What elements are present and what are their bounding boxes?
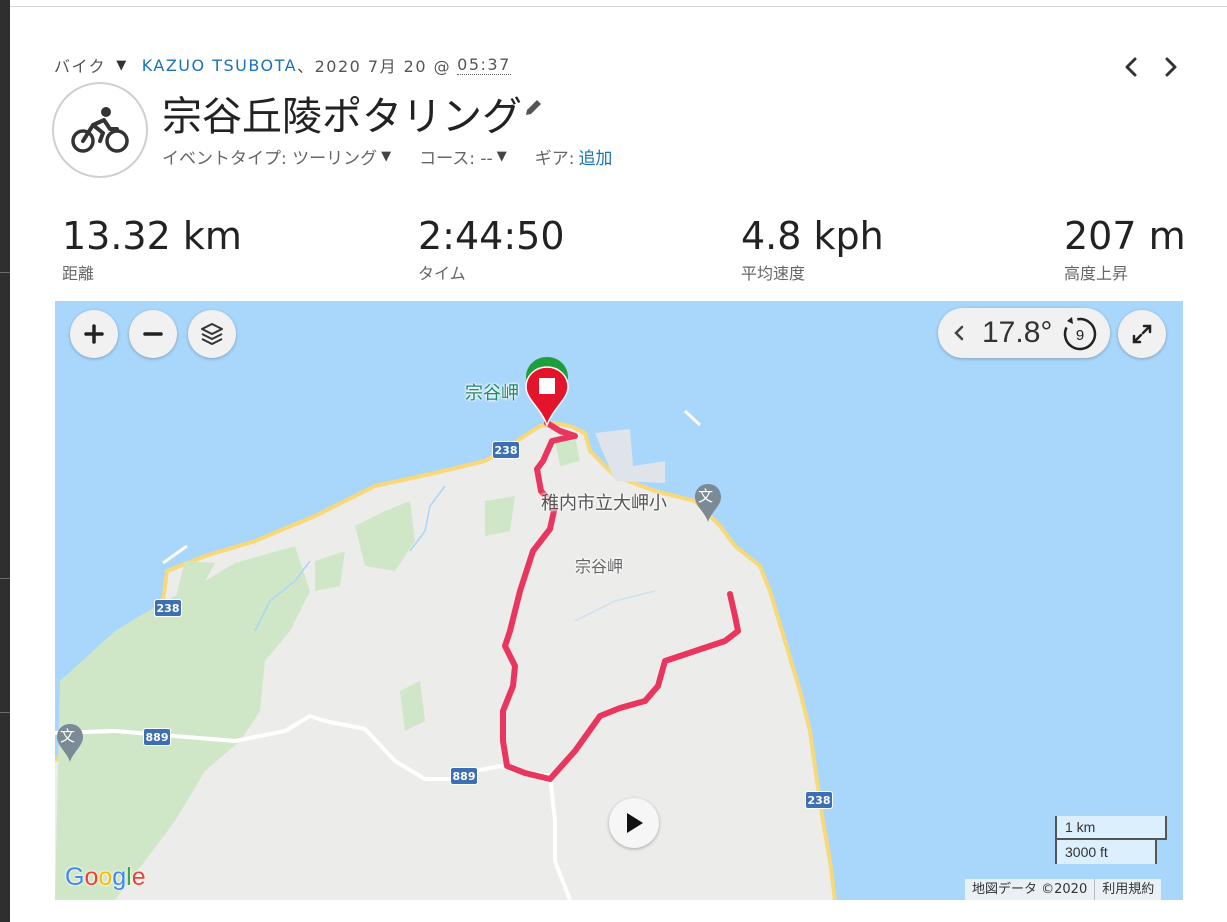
chevron-left-icon — [954, 325, 964, 341]
stat-value: 4.8 kph — [741, 214, 884, 258]
school-poi-glyph: 文 — [60, 727, 76, 745]
attribution-text: 地図データ ©2020 — [972, 882, 1088, 897]
route-track — [500, 420, 741, 782]
edit-title-button[interactable] — [522, 97, 544, 119]
activity-submeta: イベントタイプ: ツーリング ▼ コース: -- ▼ ギア: 追加 — [162, 144, 612, 169]
route-markers[interactable] — [522, 353, 572, 429]
stat-time: 2:44:50 タイム — [418, 212, 565, 284]
activity-type-avatar — [52, 82, 148, 178]
course-select[interactable]: コース: -- — [419, 144, 493, 169]
route-shield-889: 889 — [450, 767, 478, 785]
google-logo: Google — [65, 863, 146, 891]
map-layers-button[interactable] — [188, 310, 236, 358]
next-activity-button[interactable] — [1160, 55, 1182, 79]
layers-icon — [201, 323, 223, 345]
activity-time[interactable]: 05:37 — [457, 55, 511, 75]
stat-value: 207 m — [1064, 214, 1186, 258]
stat-label: 距離 — [62, 264, 95, 283]
stat-value: 13.32 km — [62, 214, 242, 258]
route-shield-889: 889 — [143, 728, 171, 746]
stat-elevation-gain: 207 m 高度上昇 — [1064, 212, 1186, 284]
route-shield-238: 238 — [154, 599, 182, 617]
minus-icon — [143, 332, 163, 336]
owner-link[interactable]: KAZUO TSUBOTA — [142, 56, 297, 75]
scale-ft: 3000 ft — [1055, 840, 1157, 864]
edge-tick — [0, 578, 10, 579]
stat-distance: 13.32 km 距離 — [62, 212, 242, 284]
pencil-icon — [526, 100, 541, 115]
chevron-left-icon — [1125, 57, 1137, 77]
map-rotation-control: 17.8° 9 — [938, 308, 1110, 358]
chevron-right-icon — [1165, 57, 1177, 77]
edge-tick — [0, 712, 10, 713]
rotate-step-button[interactable]: 9 — [1060, 313, 1100, 353]
activity-meta: バイク ▼ KAZUO TSUBOTA 、2020 7月 20 @ 05:37 — [54, 54, 511, 76]
top-divider — [0, 6, 1227, 7]
fullscreen-button[interactable] — [1118, 310, 1166, 358]
scale-km: 1 km — [1055, 816, 1167, 840]
left-window-edge — [0, 0, 10, 922]
stat-value: 2:44:50 — [418, 214, 565, 258]
activity-type[interactable]: バイク — [54, 53, 106, 77]
label-cape: 宗谷岬 — [465, 383, 519, 404]
play-icon — [627, 813, 643, 833]
rotate-step-value: 9 — [1076, 327, 1084, 344]
gear-label: ギア: — [534, 149, 575, 169]
expand-icon — [1132, 324, 1152, 344]
plus-icon — [84, 324, 104, 344]
play-route-button[interactable] — [609, 798, 659, 848]
zoom-in-button[interactable] — [70, 310, 118, 358]
label-school: 稚内市立大岬小 — [541, 493, 667, 514]
route-shield-238: 238 — [492, 441, 520, 459]
previous-activity-button[interactable] — [1120, 55, 1142, 79]
event-type-dropdown-icon[interactable]: ▼ — [381, 149, 391, 164]
stat-label: 平均速度 — [741, 264, 806, 283]
terms-link[interactable]: 利用規約 — [1095, 879, 1161, 900]
zoom-out-button[interactable] — [129, 310, 177, 358]
route-shield-238: 238 — [805, 791, 833, 809]
stat-label: 高度上昇 — [1064, 264, 1129, 283]
activity-date: 、2020 7月 20 @ — [297, 57, 452, 76]
edge-tick — [0, 272, 10, 273]
activity-title: 宗谷丘陵ポタリング — [162, 94, 522, 140]
rotation-value: 17.8° — [982, 316, 1053, 349]
map-scale: 1 km 3000 ft — [1055, 816, 1167, 866]
school-poi-glyph: 文 — [698, 487, 714, 505]
cycling-icon — [71, 107, 129, 153]
stop-square-icon — [539, 378, 555, 394]
rotate-left-button[interactable] — [950, 323, 968, 343]
end-marker-icon — [525, 366, 569, 428]
event-type-select[interactable]: イベントタイプ: ツーリング — [162, 144, 377, 169]
stat-label: タイム — [418, 264, 466, 283]
add-gear-link[interactable]: 追加 — [578, 144, 612, 169]
course-dropdown-icon[interactable]: ▼ — [497, 149, 507, 164]
stat-avg-speed: 4.8 kph 平均速度 — [741, 212, 884, 284]
label-area: 宗谷岬 — [575, 557, 624, 576]
map-attribution: 地図データ ©2020 利用規約 — [965, 879, 1162, 900]
activity-type-dropdown-icon[interactable]: ▼ — [116, 58, 128, 73]
route-map[interactable]: 宗谷岬 稚内市立大岬小 宗谷岬 文 文 238 238 238 889 889 … — [55, 301, 1183, 900]
